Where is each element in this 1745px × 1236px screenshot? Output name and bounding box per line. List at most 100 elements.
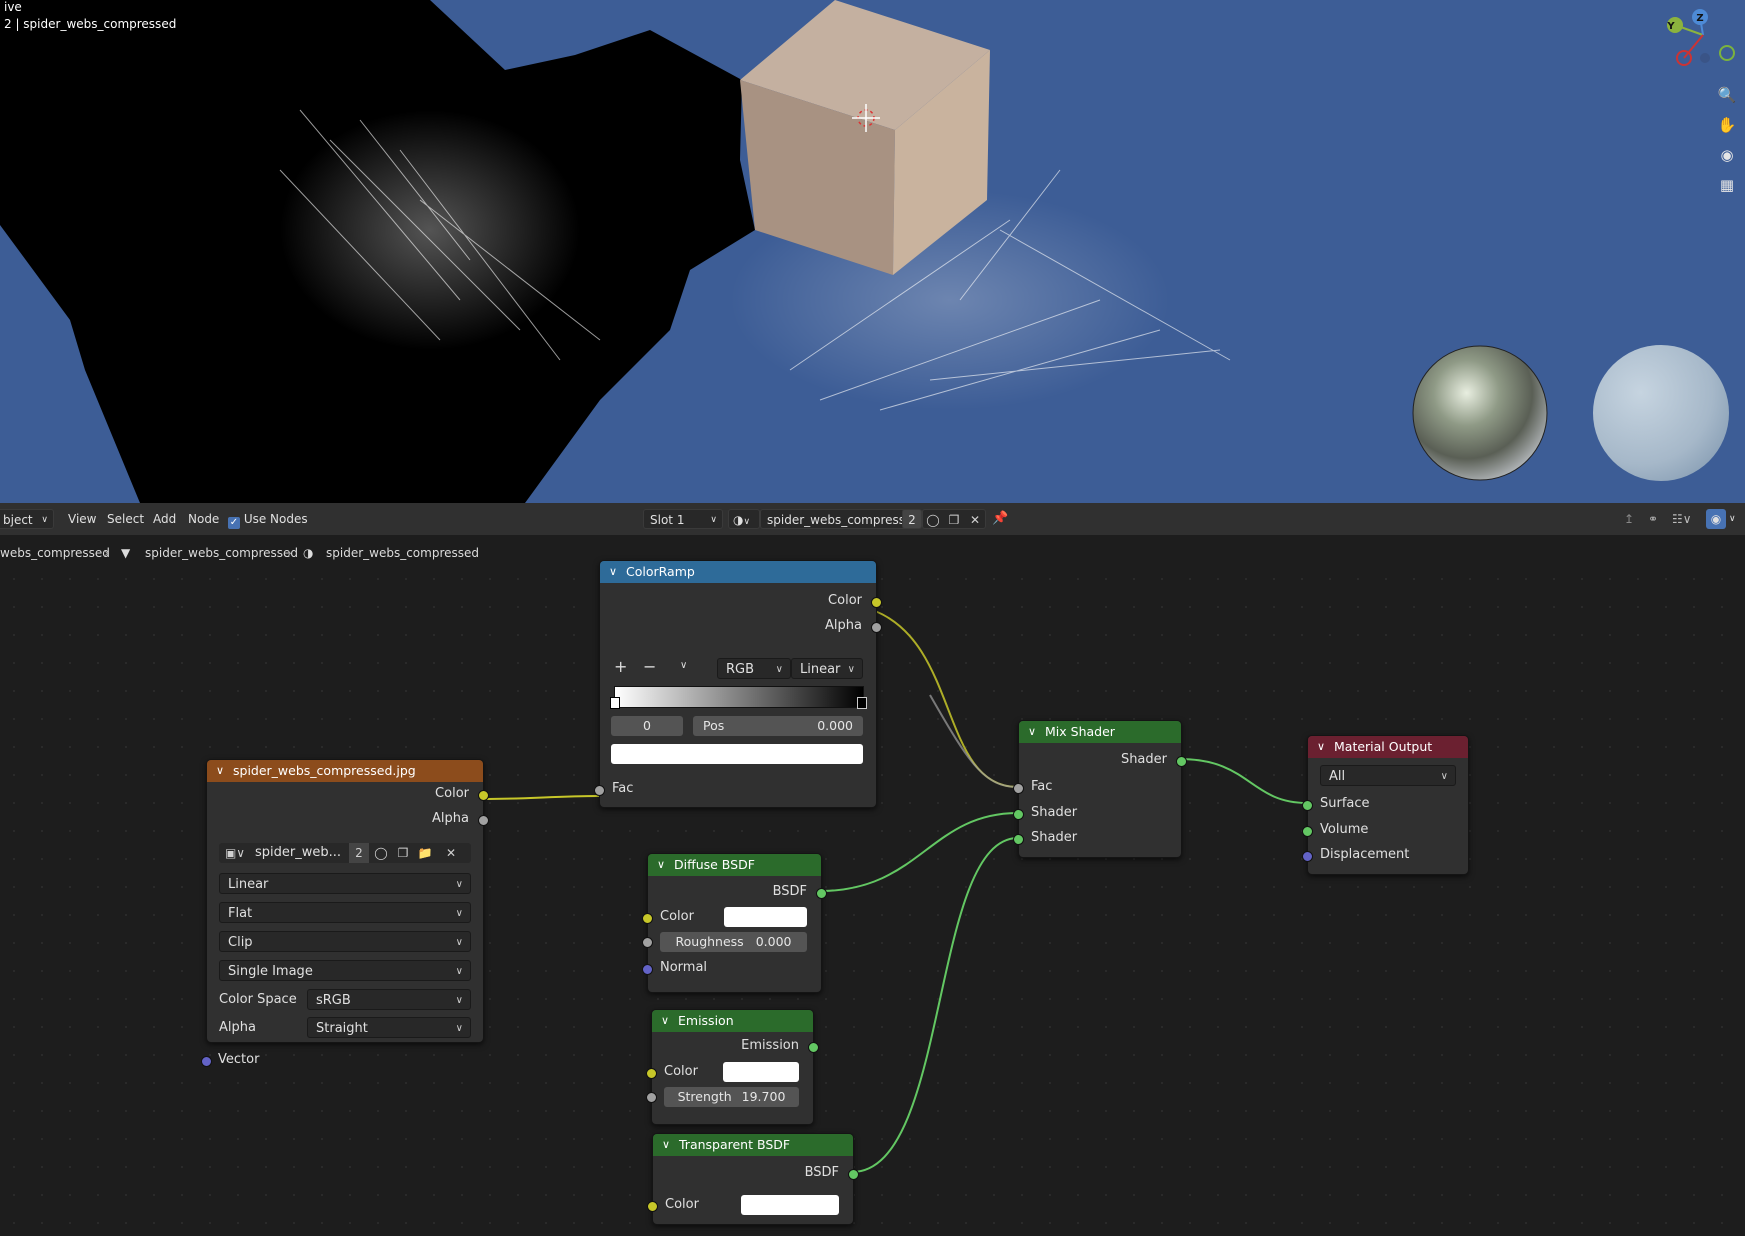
stop-color-swatch[interactable] <box>611 744 863 764</box>
camera-icon[interactable]: ◉ <box>1714 142 1740 168</box>
image-name-field[interactable]: spider_web... <box>255 843 341 863</box>
close-icon[interactable]: ✕ <box>441 843 461 863</box>
color-ramp-bar[interactable] <box>614 686 864 708</box>
alpha-mode-select[interactable]: Straight <box>307 1017 471 1039</box>
emission-color-socket[interactable] <box>646 1068 657 1079</box>
transparent-bsdf-socket[interactable] <box>848 1169 859 1180</box>
image-interpolation-select[interactable]: Linear <box>219 873 471 895</box>
colorramp-color-socket[interactable] <box>871 597 882 608</box>
material-user-count[interactable]: 2 <box>902 509 922 529</box>
ramp-stop-black[interactable] <box>857 697 867 709</box>
menu-select[interactable]: Select <box>107 509 144 529</box>
node-editor-canvas[interactable]: ColorRamp Color Alpha + − ∨ RGB Linear 0… <box>0 560 1745 1236</box>
overlay-toggle-icon[interactable]: ◉ <box>1706 509 1726 529</box>
colorspace-select[interactable]: sRGB <box>307 989 471 1011</box>
grid-perspective-icon[interactable]: ▦ <box>1714 172 1740 198</box>
emission-strength-field[interactable]: Strength 19.700 <box>664 1087 799 1107</box>
material-browse-button[interactable]: ◑∨ <box>728 509 760 529</box>
transparent-color-swatch[interactable] <box>741 1195 839 1215</box>
use-nodes-toggle[interactable]: ✓ Use Nodes <box>228 509 308 529</box>
chevron-down-icon[interactable]: ∨ <box>680 660 687 671</box>
interpolation-select[interactable]: Linear <box>791 658 863 680</box>
mix-out-shader-label: Shader <box>1120 752 1167 767</box>
output-displacement-socket[interactable] <box>1302 851 1313 862</box>
output-target-select[interactable]: All <box>1320 765 1456 787</box>
slot-select[interactable]: Slot 1 ∨ <box>643 509 723 529</box>
duplicate-icon[interactable]: ❐ <box>393 843 413 863</box>
breadcrumb-mesh: spider_webs_compressed <box>145 546 299 560</box>
image-extension-select[interactable]: Clip <box>219 931 471 953</box>
colorramp-node[interactable]: ColorRamp Color Alpha + − ∨ RGB Linear 0… <box>594 560 882 808</box>
stop-index-field[interactable]: 0 <box>611 716 683 736</box>
fake-user-shield-icon[interactable]: ◯ <box>371 843 391 863</box>
diffuse-normal-socket[interactable] <box>642 964 653 975</box>
transparent-bsdf-node[interactable]: Transparent BSDF BSDF Color <box>647 1133 859 1225</box>
transparent-header[interactable]: Transparent BSDF <box>653 1134 853 1156</box>
mix-fac-socket[interactable] <box>1013 783 1024 794</box>
image-out-color-label: Color <box>435 786 469 801</box>
mix-shader-header[interactable]: Mix Shader <box>1019 721 1181 743</box>
transparent-color-socket[interactable] <box>647 1201 658 1212</box>
stop-position-field[interactable]: Pos 0.000 <box>693 716 863 736</box>
emission-strength-socket[interactable] <box>646 1092 657 1103</box>
add-stop-button[interactable]: + <box>614 657 627 676</box>
image-browse-icon[interactable]: ▣∨ <box>221 843 249 863</box>
duplicate-icon[interactable]: ❐ <box>944 510 964 530</box>
image-texture-header[interactable]: spider_webs_compressed.jpg <box>207 760 483 782</box>
material-output-node[interactable]: Material Output All Surface Volume Displ… <box>1302 735 1469 875</box>
menu-node[interactable]: Node <box>188 509 219 529</box>
image-vector-socket[interactable] <box>201 1056 212 1067</box>
mix-shader1-socket[interactable] <box>1013 809 1024 820</box>
emission-node[interactable]: Emission Emission Color Strength 19.700 <box>646 1009 819 1125</box>
diffuse-roughness-socket[interactable] <box>642 937 653 948</box>
menu-view[interactable]: View <box>68 509 96 529</box>
zoom-icon[interactable]: 🔍 <box>1714 82 1740 108</box>
snap-icon[interactable]: ⚭ <box>1648 509 1658 529</box>
diffuse-color-swatch[interactable] <box>724 907 807 927</box>
object-mode-label: bject <box>3 513 33 527</box>
output-surface-socket[interactable] <box>1302 800 1313 811</box>
mix-shader-node[interactable]: Mix Shader Shader Fac Shader Shader <box>1013 720 1187 858</box>
emission-header[interactable]: Emission <box>652 1010 813 1032</box>
image-source-select[interactable]: Single Image <box>219 960 471 982</box>
image-texture-node[interactable]: spider_webs_compressed.jpg Color Alpha ▣… <box>206 759 489 1043</box>
material-output-header[interactable]: Material Output <box>1308 736 1468 758</box>
colorramp-alpha-socket[interactable] <box>871 622 882 633</box>
diffuse-roughness-field[interactable]: Roughness 0.000 <box>660 932 807 952</box>
emission-out-socket[interactable] <box>808 1042 819 1053</box>
color-mode-select[interactable]: RGB <box>717 658 791 680</box>
emission-color-swatch[interactable] <box>723 1062 799 1082</box>
image-user-count[interactable]: 2 <box>349 843 369 863</box>
pin-icon[interactable]: 📌 <box>992 509 1008 529</box>
diffuse-bsdf-socket[interactable] <box>816 888 827 899</box>
3d-viewport[interactable]: Y Z ive 2 | spider_webs_compressed 🔍 ✋ ◉… <box>0 0 1745 503</box>
diffuse-bsdf-node[interactable]: Diffuse BSDF BSDF Color Roughness 0.000 … <box>642 853 827 993</box>
diffuse-color-socket[interactable] <box>642 913 653 924</box>
output-volume-socket[interactable] <box>1302 826 1313 837</box>
snap-options-icon[interactable]: ☷∨ <box>1672 509 1692 529</box>
ramp-stop-white[interactable] <box>610 697 620 709</box>
mix-shader2-socket[interactable] <box>1013 834 1024 845</box>
hand-pan-icon[interactable]: ✋ <box>1714 112 1740 138</box>
remove-stop-button[interactable]: − <box>643 657 656 676</box>
object-mode-select[interactable]: bject ∨ <box>0 509 54 529</box>
roughness-label: Roughness <box>675 934 744 949</box>
folder-icon[interactable]: 📁 <box>415 843 435 863</box>
pos-value: 0.000 <box>817 718 853 733</box>
mix-shader-out-socket[interactable] <box>1176 756 1187 767</box>
chevron-down-icon[interactable]: ∨ <box>1729 509 1736 529</box>
menu-add[interactable]: Add <box>153 509 176 529</box>
image-alpha-socket[interactable] <box>478 815 489 826</box>
colorramp-header[interactable]: ColorRamp <box>600 561 876 583</box>
close-icon[interactable]: ✕ <box>965 510 985 530</box>
material-name-field[interactable]: spider_webs_compressed <box>760 509 920 529</box>
image-color-socket[interactable] <box>478 790 489 801</box>
link-colorramp-to-mix-fac <box>874 610 1019 788</box>
viewport-object-text: 2 | spider_webs_compressed <box>4 17 177 31</box>
parent-node-tree-icon[interactable]: ↥ <box>1624 509 1634 529</box>
image-projection-select[interactable]: Flat <box>219 902 471 924</box>
roughness-value: 0.000 <box>755 934 792 949</box>
fake-user-shield-icon[interactable]: ◯ <box>923 510 943 530</box>
diffuse-header[interactable]: Diffuse BSDF <box>648 854 821 876</box>
colorramp-fac-socket[interactable] <box>594 785 605 796</box>
